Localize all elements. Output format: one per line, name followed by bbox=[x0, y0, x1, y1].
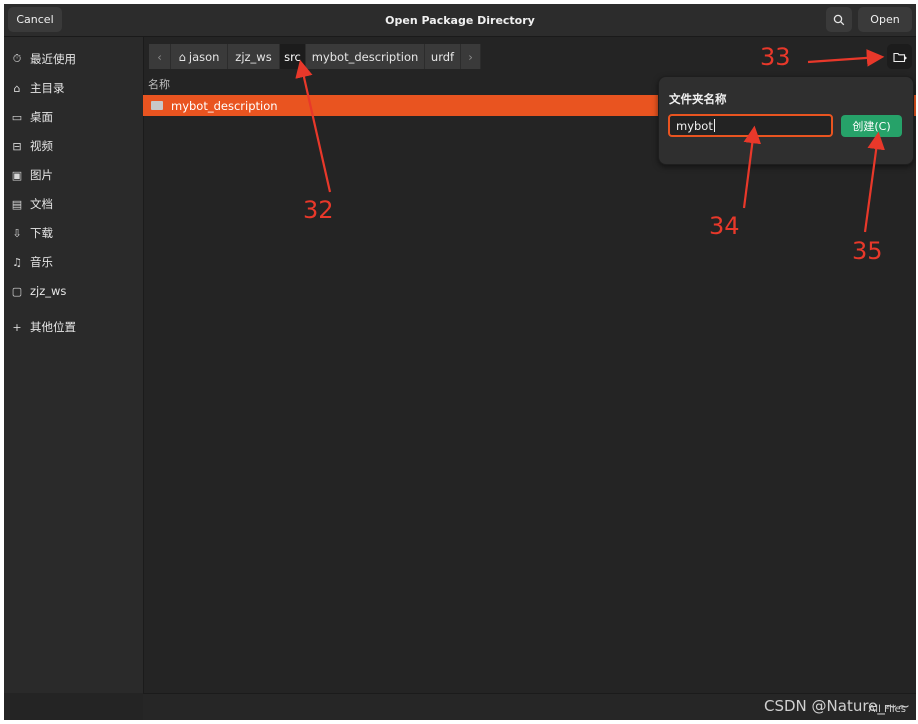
column-header-name[interactable]: 名称 bbox=[148, 76, 170, 92]
path-segment-jason[interactable]: ⌂ jason bbox=[171, 44, 228, 69]
header-bar: Cancel Open Package Directory Open bbox=[4, 4, 916, 37]
popover-title: 文件夹名称 bbox=[669, 92, 727, 106]
path-segment-zjz-ws[interactable]: zjz_ws bbox=[228, 44, 280, 69]
new-folder-button[interactable] bbox=[887, 44, 912, 69]
new-folder-popover: 文件夹名称 mybot 创建(C) bbox=[658, 76, 914, 165]
path-segment-label: zjz_ws bbox=[235, 49, 272, 64]
sidebar-item-label: 文档 bbox=[30, 197, 53, 211]
download-icon: ⇩ bbox=[12, 226, 22, 240]
path-segment-label: mybot_description bbox=[311, 49, 419, 64]
path-back-button[interactable]: ‹ bbox=[149, 44, 171, 69]
path-forward-button[interactable]: › bbox=[461, 44, 481, 69]
sidebar-item-label: 桌面 bbox=[30, 110, 53, 124]
home-icon: ⌂ bbox=[13, 81, 21, 95]
sidebar-item-home[interactable]: ⌂ 主目录 bbox=[10, 77, 138, 99]
bottom-strip bbox=[0, 720, 918, 724]
path-bar: ‹ ⌂ jason zjz_ws src mybot_description u… bbox=[149, 44, 481, 69]
sidebar-item-videos[interactable]: ⊟ 视频 bbox=[10, 135, 138, 157]
places-sidebar: ⏱ 最近使用 ⌂ 主目录 ▭ 桌面 ⊟ 视频 ▣ 图片 ▤ 文档 ⇩ 下载 ♫ bbox=[4, 37, 144, 693]
document-icon: ▤ bbox=[11, 197, 23, 211]
sidebar-item-zjz-ws[interactable]: ▢ zjz_ws bbox=[10, 280, 138, 302]
search-button[interactable] bbox=[826, 7, 852, 32]
annotation-label-32: 32 bbox=[303, 196, 334, 224]
sidebar-item-label: zjz_ws bbox=[30, 284, 67, 298]
sidebar-item-pictures[interactable]: ▣ 图片 bbox=[10, 164, 138, 186]
folder-icon: ▢ bbox=[11, 284, 23, 298]
file-name: mybot_description bbox=[171, 98, 278, 113]
new-folder-icon bbox=[892, 52, 907, 62]
path-segment-label: src bbox=[284, 49, 301, 64]
path-segment-urdf[interactable]: urdf bbox=[425, 44, 461, 69]
sidebar-item-label: 最近使用 bbox=[30, 52, 76, 66]
folder-name-value: mybot bbox=[676, 118, 713, 133]
sidebar-item-documents[interactable]: ▤ 文档 bbox=[10, 193, 138, 215]
home-icon: ⌂ bbox=[178, 49, 186, 64]
chevron-left-icon: ‹ bbox=[157, 49, 162, 64]
sidebar-item-label: 其他位置 bbox=[30, 320, 76, 334]
clock-icon: ⏱ bbox=[12, 52, 22, 65]
sidebar-item-label: 图片 bbox=[30, 168, 53, 182]
sidebar-item-recent[interactable]: ⏱ 最近使用 bbox=[10, 48, 138, 70]
sidebar-item-label: 视频 bbox=[30, 139, 53, 153]
folder-icon bbox=[151, 101, 163, 110]
csdn-watermark: CSDN @Nature_~~ bbox=[764, 697, 911, 715]
dialog-title: Open Package Directory bbox=[385, 13, 535, 27]
folder-name-input[interactable]: mybot bbox=[668, 114, 833, 137]
picture-icon: ▣ bbox=[11, 168, 23, 182]
create-folder-button[interactable]: 创建(C) bbox=[841, 115, 902, 137]
annotation-label-34: 34 bbox=[709, 212, 740, 240]
sidebar-item-music[interactable]: ♫ 音乐 bbox=[10, 251, 138, 273]
sidebar-item-label: 音乐 bbox=[30, 255, 53, 269]
path-segment-label: urdf bbox=[430, 49, 455, 64]
open-button[interactable]: Open bbox=[858, 7, 912, 32]
video-icon: ⊟ bbox=[12, 139, 22, 153]
plus-icon: + bbox=[12, 320, 22, 334]
sidebar-item-other-locations[interactable]: + 其他位置 bbox=[10, 316, 138, 338]
annotation-label-33: 33 bbox=[760, 43, 791, 71]
music-icon: ♫ bbox=[12, 255, 22, 269]
sidebar-item-desktop[interactable]: ▭ 桌面 bbox=[10, 106, 138, 128]
chevron-right-icon: › bbox=[468, 49, 473, 64]
sidebar-item-downloads[interactable]: ⇩ 下载 bbox=[10, 222, 138, 244]
path-segment-src[interactable]: src bbox=[280, 44, 306, 69]
sidebar-item-label: 下载 bbox=[30, 226, 53, 240]
file-chooser-dialog: Cancel Open Package Directory Open ⏱ 最近使… bbox=[4, 4, 916, 720]
path-segment-label: jason bbox=[188, 49, 220, 64]
search-icon bbox=[833, 14, 845, 25]
annotation-label-35: 35 bbox=[852, 237, 883, 265]
desktop-icon: ▭ bbox=[11, 110, 23, 124]
path-segment-mybot-description[interactable]: mybot_description bbox=[306, 44, 425, 69]
sidebar-item-label: 主目录 bbox=[30, 81, 65, 95]
